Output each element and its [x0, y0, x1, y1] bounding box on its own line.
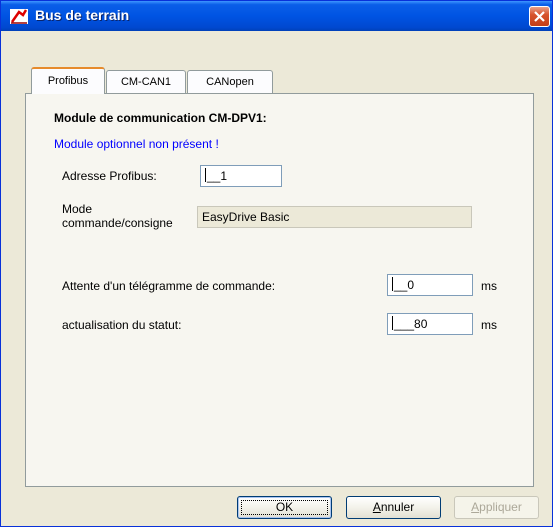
mode-label: Mode commande/consigne — [62, 202, 173, 230]
close-button[interactable] — [529, 6, 550, 27]
tab-cm-can1[interactable]: CM-CAN1 — [106, 70, 186, 93]
wait-unit: ms — [481, 279, 497, 293]
mode-field: EasyDrive Basic — [197, 206, 472, 228]
title-bar[interactable]: Bus de terrain — [1, 1, 552, 31]
tab-label: Profibus — [47, 75, 89, 87]
focus-ring — [241, 500, 328, 515]
refresh-label: actualisation du statut: — [62, 318, 182, 332]
refresh-unit: ms — [481, 318, 497, 332]
refresh-input[interactable]: ___80 — [387, 313, 473, 335]
section-heading: Module de communication CM-DPV1: — [54, 111, 267, 125]
address-input[interactable]: __1 — [200, 165, 282, 187]
app-icon — [10, 9, 28, 24]
close-icon — [534, 11, 545, 22]
address-label: Adresse Profibus: — [62, 169, 157, 183]
cancel-mnemonic: A — [372, 500, 381, 514]
mode-label-line2: commande/consigne — [62, 216, 173, 230]
cancel-label: nnuler — [380, 500, 415, 514]
tab-label: CM-CAN1 — [120, 76, 172, 88]
status-message: Module optionnel non présent ! — [54, 137, 219, 151]
tab-label: CANopen — [206, 76, 254, 88]
tab-profibus[interactable]: Profibus — [31, 67, 105, 94]
apply-button[interactable]: Appliquer — [454, 496, 539, 519]
ok-button[interactable]: OK — [237, 496, 332, 519]
window-title: Bus de terrain — [35, 7, 130, 23]
tab-canopen[interactable]: CANopen — [187, 70, 273, 93]
dialog-window: Bus de terrain Profibus CM-CAN1 CANopen … — [0, 0, 553, 527]
apply-label: ppliquer — [479, 500, 522, 514]
apply-mnemonic: A — [471, 500, 480, 514]
wait-label: Attente d'un télégramme de commande: — [62, 279, 276, 293]
cancel-button[interactable]: Annuler — [346, 496, 441, 519]
wait-input[interactable]: __0 — [387, 274, 473, 296]
mode-label-line1: Mode — [62, 202, 93, 216]
